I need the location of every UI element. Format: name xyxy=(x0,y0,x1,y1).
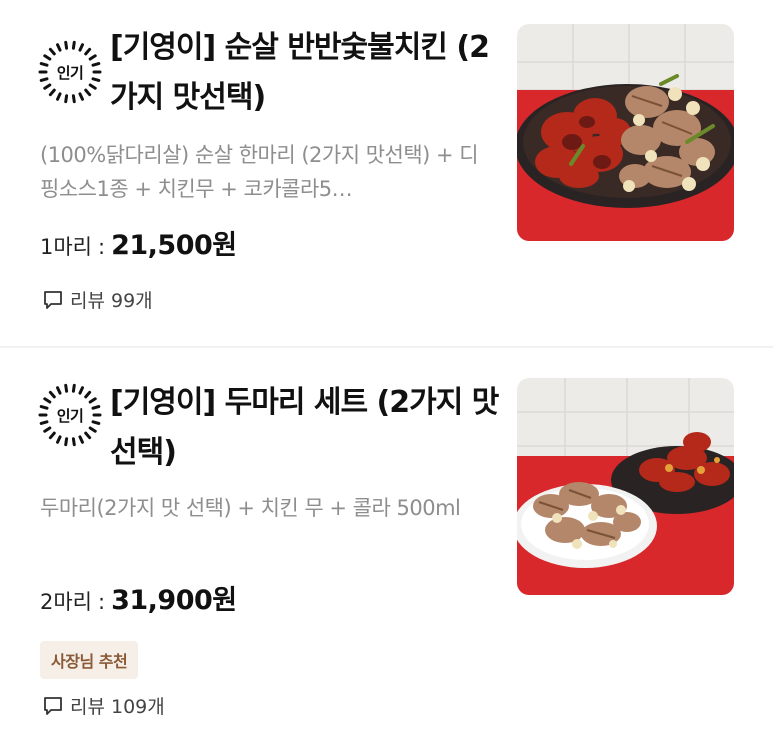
popular-badge-label: 인기 xyxy=(56,406,84,425)
price-amount: 21,500원 xyxy=(111,230,237,261)
menu-description-text: (100%닭다리살) 순살 한마리 (2가지 맛선택) + 디핑소스1종 + 치… xyxy=(40,143,479,201)
menu-description-text: 두마리(2가지 맛 선택) + 치킨 무 + 콜라 500ml xyxy=(40,496,461,520)
price-row: 1마리:21,500원 xyxy=(40,229,237,264)
menu-description: 두마리(2가지 맛 선택) + 치킨 무 + 콜라 500ml xyxy=(40,491,495,525)
price-amount: 31,900원 xyxy=(111,585,237,616)
menu-item-2[interactable]: 인기 [기영이] 두마리 세트 (2가지 맛 선택) 두마리(2가지 맛 선택)… xyxy=(0,348,773,749)
quantity-label: 1마리 xyxy=(40,235,93,259)
menu-photo[interactable] xyxy=(517,24,734,241)
menu-photo[interactable] xyxy=(517,378,734,595)
price-row: 2마리:31,900원 xyxy=(40,584,237,619)
menu-description: (100%닭다리살) 순살 한마리 (2가지 맛선택) + 디핑소스1종 + 치… xyxy=(40,138,495,206)
owner-recommend-tag: 사장님 추천 xyxy=(40,641,139,679)
popular-badge-label: 인기 xyxy=(56,63,84,82)
review-count[interactable]: 리뷰 109개 xyxy=(42,692,165,719)
review-count[interactable]: 리뷰 99개 xyxy=(42,286,153,313)
menu-title[interactable]: [기영이] 순살 반반숯불치킨 (2가지 맛선택) xyxy=(110,23,500,123)
review-count-label: 리뷰 99개 xyxy=(70,290,153,312)
speech-bubble-icon xyxy=(44,290,62,309)
popular-badge: 인기 xyxy=(38,383,102,447)
speech-bubble-icon xyxy=(44,696,62,715)
popular-badge: 인기 xyxy=(38,40,102,104)
quantity-label: 2마리 xyxy=(40,590,93,614)
menu-title[interactable]: [기영이] 두마리 세트 (2가지 맛 선택) xyxy=(110,378,500,478)
boneless-chicken-plate-photo xyxy=(517,24,734,241)
price-separator: : xyxy=(98,590,106,614)
two-chicken-plates-photo xyxy=(517,378,734,595)
menu-item-1[interactable]: 인기 [기영이] 순살 반반숯불치킨 (2가지 맛선택) (100%닭다리살) … xyxy=(0,0,773,346)
review-count-label: 리뷰 109개 xyxy=(70,696,165,718)
price-separator: : xyxy=(98,235,106,259)
